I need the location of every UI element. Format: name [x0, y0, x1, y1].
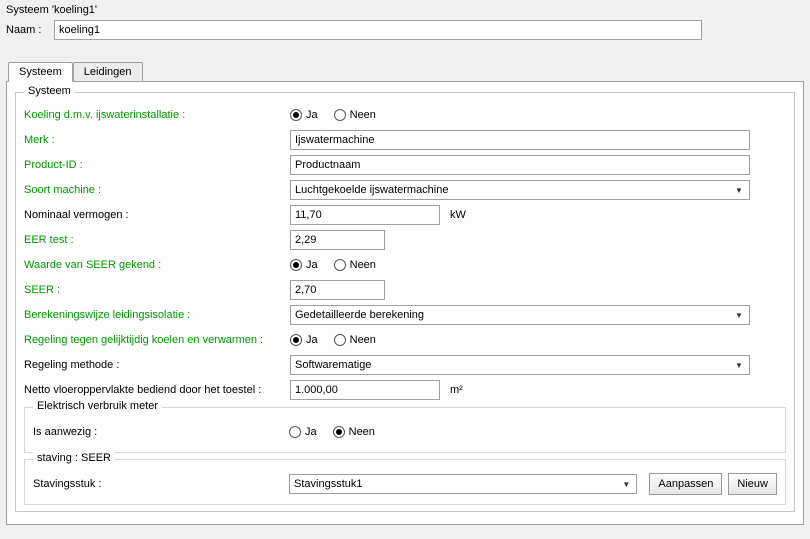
- unit-m2: m²: [450, 384, 463, 396]
- group-staving-title: staving : SEER: [33, 452, 115, 464]
- chevron-down-icon: ▼: [731, 182, 747, 198]
- group-staving: staving : SEER Stavingsstuk : Stavingsst…: [24, 459, 786, 505]
- radio-koeling-ja[interactable]: Ja: [290, 109, 318, 121]
- select-value: Luchtgekoelde ijswatermachine: [295, 184, 448, 196]
- select-stavingsstuk[interactable]: Stavingsstuk1 ▼: [289, 474, 637, 494]
- chevron-down-icon: ▼: [731, 307, 747, 323]
- label-nominaal-vermogen: Nominaal vermogen :: [24, 209, 284, 221]
- name-label: Naam :: [6, 24, 50, 36]
- label-seer: SEER :: [24, 284, 284, 296]
- window-title: Systeem 'koeling1': [6, 4, 804, 18]
- label-berekeningswijze: Berekeningswijze leidingsisolatie :: [24, 309, 284, 321]
- tab-leidingen[interactable]: Leidingen: [73, 62, 143, 81]
- radio-aanwezig-neen[interactable]: Neen: [333, 426, 375, 438]
- label-product-id: Product-ID :: [24, 159, 284, 171]
- input-merk[interactable]: [290, 130, 750, 150]
- select-regeling-methode[interactable]: Softwarematige ▼: [290, 355, 750, 375]
- radio-icon: [334, 259, 346, 271]
- aanpassen-button[interactable]: Aanpassen: [649, 473, 722, 495]
- nieuw-button[interactable]: Nieuw: [728, 473, 777, 495]
- radio-regeling-ja[interactable]: Ja: [290, 334, 318, 346]
- tab-panel: Systeem Koeling d.m.v. ijswaterinstallat…: [6, 81, 804, 525]
- radio-is-aanwezig: Ja Neen: [289, 426, 375, 438]
- label-merk: Merk :: [24, 134, 284, 146]
- label-regeling-koelen: Regeling tegen gelijktijdig koelen en ve…: [24, 334, 284, 346]
- select-value: Softwarematige: [295, 359, 371, 371]
- radio-icon: [290, 334, 302, 346]
- group-systeem: Systeem Koeling d.m.v. ijswaterinstallat…: [15, 92, 795, 512]
- chevron-down-icon: ▼: [618, 476, 634, 492]
- label-koeling-ijswater: Koeling d.m.v. ijswaterinstallatie :: [24, 109, 284, 121]
- unit-kw: kW: [450, 209, 466, 221]
- select-value: Gedetailleerde berekening: [295, 309, 424, 321]
- group-systeem-title: Systeem: [24, 85, 75, 97]
- radio-koeling-neen[interactable]: Neen: [334, 109, 376, 121]
- label-is-aanwezig: Is aanwezig :: [33, 426, 283, 438]
- radio-icon: [333, 426, 345, 438]
- radio-icon: [290, 109, 302, 121]
- radio-seer-gekend: Ja Neen: [290, 259, 376, 271]
- name-input[interactable]: [54, 20, 702, 40]
- radio-icon: [289, 426, 301, 438]
- radio-aanwezig-ja[interactable]: Ja: [289, 426, 317, 438]
- radio-icon: [334, 334, 346, 346]
- radio-regeling-neen[interactable]: Neen: [334, 334, 376, 346]
- input-eer-test[interactable]: [290, 230, 385, 250]
- radio-koeling-ijswater: Ja Neen: [290, 109, 376, 121]
- input-netto-vloer[interactable]: [290, 380, 440, 400]
- radio-seer-ja[interactable]: Ja: [290, 259, 318, 271]
- select-soort-machine[interactable]: Luchtgekoelde ijswatermachine ▼: [290, 180, 750, 200]
- input-seer[interactable]: [290, 280, 385, 300]
- input-nominaal-vermogen[interactable]: [290, 205, 440, 225]
- name-row: Naam :: [6, 18, 804, 48]
- label-netto-vloer: Netto vloeroppervlakte bediend door het …: [24, 384, 284, 396]
- label-regeling-methode: Regeling methode :: [24, 359, 284, 371]
- label-stavingsstuk: Stavingsstuk :: [33, 478, 283, 490]
- radio-icon: [334, 109, 346, 121]
- label-soort-machine: Soort machine :: [24, 184, 284, 196]
- tab-systeem[interactable]: Systeem: [8, 62, 73, 82]
- system-dialog: Systeem 'koeling1' Naam : Systeem Leidin…: [0, 0, 810, 539]
- input-product-id[interactable]: [290, 155, 750, 175]
- radio-regeling-koelen: Ja Neen: [290, 334, 376, 346]
- group-elektrisch-title: Elektrisch verbruik meter: [33, 400, 162, 412]
- radio-icon: [290, 259, 302, 271]
- chevron-down-icon: ▼: [731, 357, 747, 373]
- select-berekeningswijze[interactable]: Gedetailleerde berekening ▼: [290, 305, 750, 325]
- radio-seer-neen[interactable]: Neen: [334, 259, 376, 271]
- select-value: Stavingsstuk1: [294, 478, 362, 490]
- label-seer-gekend: Waarde van SEER gekend :: [24, 259, 284, 271]
- label-eer-test: EER test :: [24, 234, 284, 246]
- group-elektrisch-verbruik: Elektrisch verbruik meter Is aanwezig : …: [24, 407, 786, 453]
- tab-strip: Systeem Leidingen: [6, 62, 804, 81]
